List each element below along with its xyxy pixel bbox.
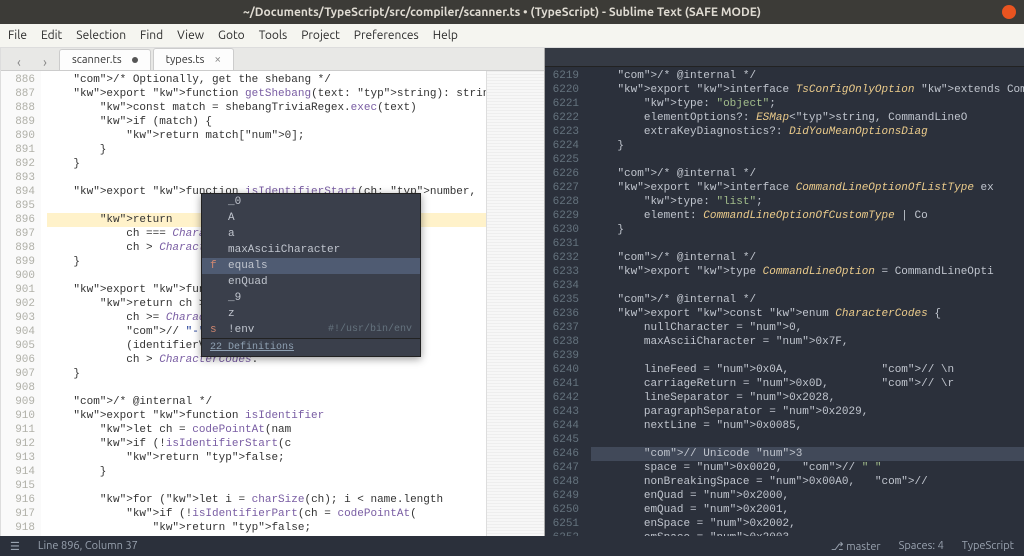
tab-types-left[interactable]: types.ts × — [153, 48, 235, 70]
minimap-left[interactable] — [486, 71, 544, 536]
editor-pane-left: ‹ › scanner.ts types.ts × 88688788888989… — [1, 48, 545, 536]
menubar: File Edit Selection Find View Goto Tools Projec… — [0, 24, 1024, 48]
autocomplete-item[interactable]: z — [202, 306, 420, 322]
editor-pane-right: + ▾ 621962206221622262236224622562266227… — [545, 48, 1024, 536]
modified-dot-icon — [132, 57, 138, 63]
nav-fwd-icon[interactable]: › — [33, 54, 57, 70]
menu-find[interactable]: Find — [140, 29, 163, 42]
tab-scanner[interactable]: scanner.ts — [59, 49, 151, 70]
titlebar: ~/Documents/TypeScript/src/compiler/scan… — [0, 0, 1024, 24]
code-area-left[interactable]: 8868878888898908918928938948958968978988… — [1, 71, 544, 536]
status-spaces[interactable]: Spaces: 4 — [899, 540, 944, 552]
autocomplete-item[interactable]: _0 — [202, 194, 420, 210]
gutter-left: 8868878888898908918928938948958968978988… — [1, 71, 41, 536]
tab-label: types.ts — [166, 54, 205, 66]
menu-project[interactable]: Project — [301, 29, 340, 42]
hamburger-icon[interactable]: ☰ — [10, 540, 20, 553]
autocomplete-item[interactable]: A — [202, 210, 420, 226]
menu-view[interactable]: View — [177, 29, 204, 42]
statusbar: ☰ Line 896, Column 37 ⎇ master Spaces: 4… — [0, 536, 1024, 556]
tab-label: scanner.ts — [72, 54, 122, 66]
menu-goto[interactable]: Goto — [218, 29, 245, 42]
autocomplete-item[interactable]: _9 — [202, 290, 420, 306]
autocomplete-item[interactable]: s!env#!/usr/bin/env — [202, 322, 420, 338]
codelines-right[interactable]: "com">/* @internal */ "kw">export "kw">i… — [585, 67, 1024, 536]
menu-selection[interactable]: Selection — [76, 29, 126, 42]
window-title: ~/Documents/TypeScript/src/compiler/scan… — [8, 6, 996, 19]
autocomplete-item[interactable]: maxAsciiCharacter — [202, 242, 420, 258]
tab-bar-left: ‹ › scanner.ts types.ts × — [1, 48, 544, 71]
gutter-right: 6219622062216222622362246225622662276228… — [545, 67, 585, 536]
close-icon[interactable] — [1002, 5, 1016, 19]
autocomplete-item[interactable]: a — [202, 226, 420, 242]
autocomplete-popup[interactable]: _0AamaxAsciiCharacterfequalsenQuad_9zs!e… — [201, 193, 421, 357]
menu-preferences[interactable]: Preferences — [354, 29, 419, 42]
menu-help[interactable]: Help — [433, 29, 458, 42]
nav-back-icon[interactable]: ‹ — [7, 54, 31, 70]
main: /*emitter.ts/*moduleNameResolver.ts/*mod… — [0, 48, 1024, 536]
editor-area: ‹ › scanner.ts types.ts × 88688788888989… — [1, 48, 1024, 536]
menu-tools[interactable]: Tools — [259, 29, 288, 42]
status-cursor[interactable]: Line 896, Column 37 — [38, 540, 138, 552]
tab-bar-right: + ▾ — [545, 48, 1024, 67]
status-branch[interactable]: ⎇ master — [831, 540, 881, 553]
menu-file[interactable]: File — [8, 29, 27, 42]
autocomplete-footer[interactable]: 22 Definitions — [202, 338, 420, 356]
code-area-right[interactable]: 6219622062216222622362246225622662276228… — [545, 67, 1024, 536]
menu-edit[interactable]: Edit — [41, 29, 62, 42]
autocomplete-item[interactable]: fequals — [202, 258, 420, 274]
close-tab-icon[interactable]: × — [214, 53, 221, 66]
status-lang[interactable]: TypeScript — [962, 540, 1014, 552]
autocomplete-item[interactable]: enQuad — [202, 274, 420, 290]
